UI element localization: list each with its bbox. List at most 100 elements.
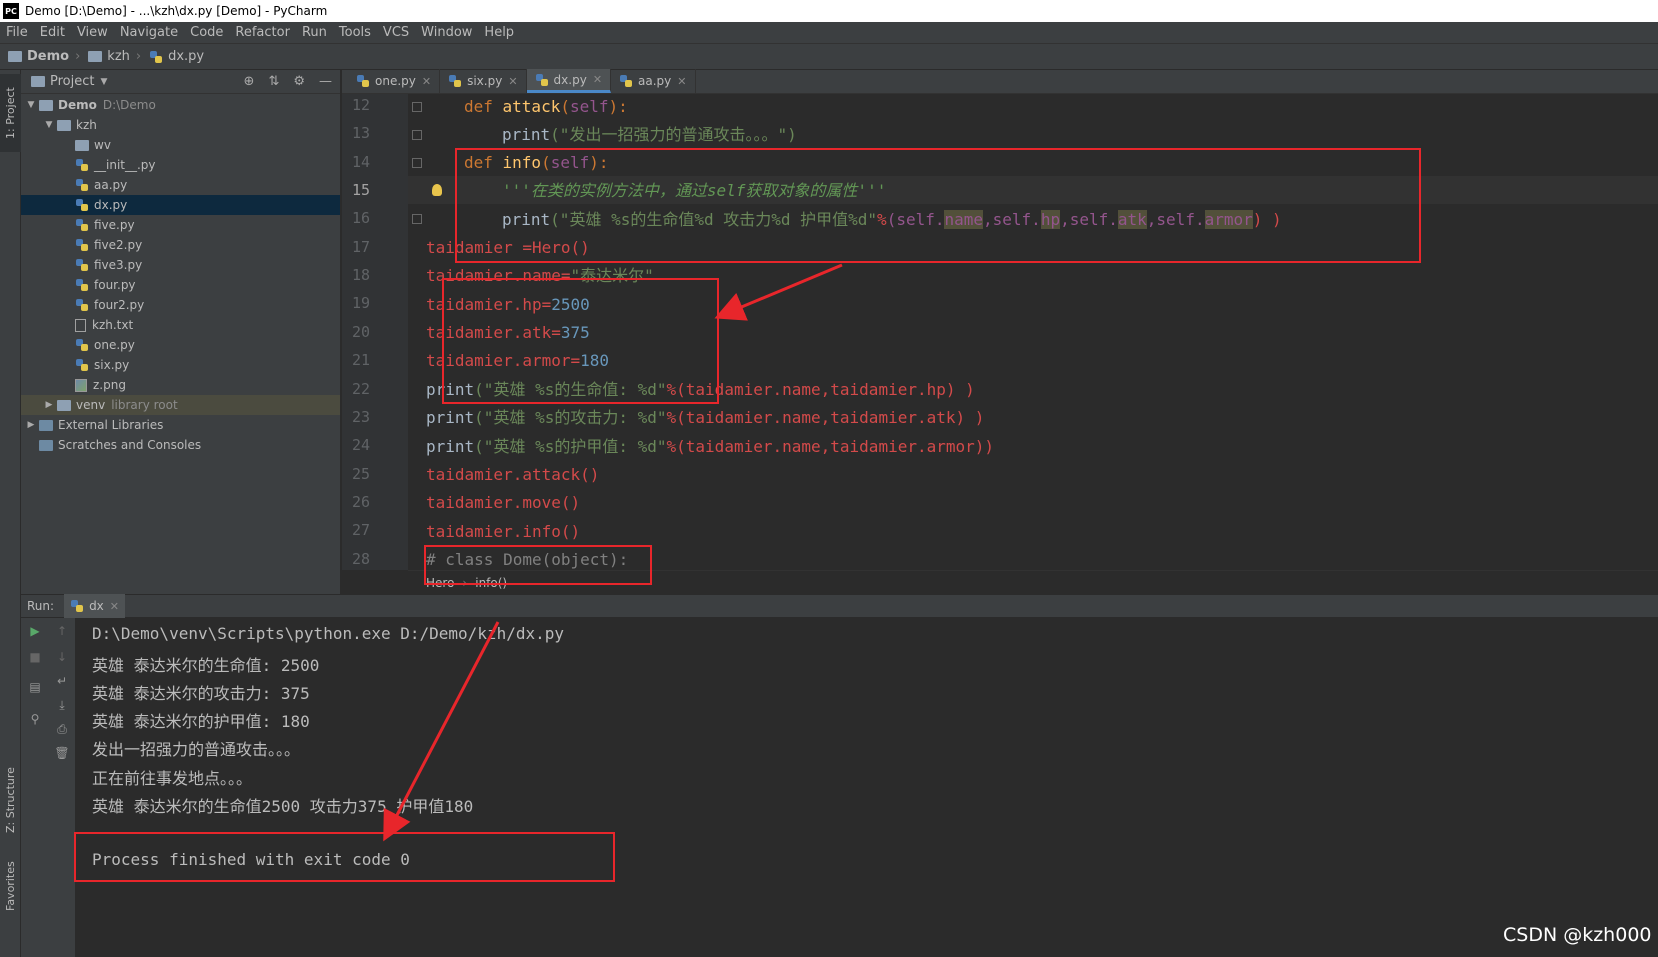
chevron-right-icon[interactable]: ▶ (25, 420, 37, 430)
fold-marker-icon[interactable] (412, 130, 422, 140)
menu-view[interactable]: View (71, 25, 114, 40)
tree-item-kzh[interactable]: ▼ kzh (21, 115, 340, 135)
python-file-icon (75, 198, 89, 212)
scroll-to-end-icon[interactable]: ⤓ (54, 698, 70, 714)
menu-file[interactable]: File (0, 25, 34, 40)
tree-item-four-py[interactable]: four.py (21, 275, 340, 295)
code-line-16: print("英雄 %s的生命值%d 攻击力%d 护甲值%d"%(self.na… (502, 210, 1282, 229)
tab-aa-py[interactable]: aa.py ✕ (611, 69, 696, 93)
close-icon[interactable]: ✕ (508, 75, 517, 88)
tree-item-aa-py[interactable]: aa.py (21, 175, 340, 195)
line-number: 25 (351, 465, 370, 483)
tree-item-venv[interactable]: ▶ venv library root (21, 395, 340, 415)
tree-item-label: wv (94, 138, 111, 152)
tab-six-py[interactable]: six.py ✕ (440, 69, 527, 93)
print-icon[interactable]: ⎙ (54, 722, 70, 738)
arrow-up-icon[interactable]: ↑ (54, 624, 70, 640)
tree-item-wv[interactable]: wv (21, 135, 340, 155)
text-file-icon (75, 318, 86, 332)
code-editor[interactable]: def attack(self): print("发出一招强力的普通攻击。。。"… (408, 94, 1658, 570)
soft-wrap-icon[interactable]: ↵ (54, 674, 70, 690)
tree-item-kzh-txt[interactable]: kzh.txt (21, 315, 340, 335)
tree-item-label: Scratches and Consoles (58, 438, 202, 452)
chevron-down-icon[interactable]: ▼ (43, 120, 55, 130)
tree-item-init-py[interactable]: __init__.py (21, 155, 340, 175)
tree-item-label: aa.py (94, 178, 128, 192)
close-icon[interactable]: ✕ (677, 75, 686, 88)
tool-tab-favorites[interactable]: Favorites (0, 856, 21, 916)
tree-item-label: four2.py (94, 298, 145, 312)
tab-one-py[interactable]: one.py ✕ (348, 69, 441, 93)
nav-crumb-demo[interactable]: Demo › (8, 49, 80, 64)
menu-window[interactable]: Window (415, 25, 478, 40)
layout-icon[interactable]: ▤ (27, 680, 43, 696)
tree-item-five3-py[interactable]: five3.py (21, 255, 340, 275)
code-line-28: # class Dome(object): (426, 550, 629, 569)
tree-item-dx-py[interactable]: dx.py (21, 195, 340, 215)
chevron-down-icon[interactable]: ▼ (100, 77, 107, 87)
tool-tab-structure[interactable]: Z: Structure (0, 760, 21, 840)
close-icon[interactable]: ✕ (110, 600, 119, 613)
menu-vcs[interactable]: VCS (377, 25, 415, 40)
collapse-all-icon[interactable]: ⇅ (268, 74, 279, 89)
project-view-selector[interactable]: Project (50, 74, 94, 89)
tree-item-scratches-and-consoles[interactable]: Scratches and Consoles (21, 435, 340, 455)
rerun-icon[interactable]: ▶ (27, 624, 43, 640)
locate-file-icon[interactable]: ⊕ (244, 74, 255, 89)
tree-item-five-py[interactable]: five.py (21, 215, 340, 235)
menu-refactor[interactable]: Refactor (229, 25, 296, 40)
python-file-icon (75, 238, 89, 252)
tool-tab-project[interactable]: 1: Project (0, 74, 21, 152)
tree-item-one-py[interactable]: one.py (21, 335, 340, 355)
menu-help[interactable]: Help (478, 25, 520, 40)
python-file-icon (75, 358, 89, 372)
chevron-right-icon[interactable]: ▶ (43, 400, 55, 410)
breadcrumb-class[interactable]: Hero (426, 576, 454, 590)
pin-icon[interactable]: ⚲ (27, 712, 43, 728)
tree-item-six-py[interactable]: six.py (21, 355, 340, 375)
left-tool-strip: 1: Project Z: Structure Favorites (0, 70, 21, 957)
scratches-icon (39, 439, 53, 451)
fold-marker-icon[interactable] (412, 214, 422, 224)
line-number-gutter[interactable]: 12 13 14 15 16 17 18 19 20 21 22 23 24 2… (342, 94, 408, 570)
menu-navigate[interactable]: Navigate (114, 25, 184, 40)
hide-panel-icon[interactable]: — (319, 74, 332, 89)
menu-edit[interactable]: Edit (34, 25, 71, 40)
lightbulb-icon[interactable] (432, 184, 442, 196)
image-file-icon (75, 378, 87, 392)
fold-marker-icon[interactable] (412, 102, 422, 112)
tree-item-z-png[interactable]: z.png (21, 375, 340, 395)
nav-crumb-file[interactable]: dx.py (149, 49, 204, 64)
close-icon[interactable]: ✕ (593, 73, 602, 86)
gear-icon[interactable]: ⚙ (293, 74, 305, 89)
line-number: 16 (351, 209, 370, 227)
code-line-12: def attack(self): (464, 97, 628, 116)
folder-icon (8, 51, 22, 62)
stop-icon[interactable]: ■ (27, 650, 43, 666)
trash-icon[interactable]: 🗑 (54, 746, 70, 762)
menu-code[interactable]: Code (184, 25, 229, 40)
tab-dx-py[interactable]: dx.py ✕ (526, 69, 612, 93)
arrow-down-icon[interactable]: ↓ (54, 650, 70, 666)
fold-marker-icon[interactable] (412, 158, 422, 168)
editor-tabs: one.py ✕ six.py ✕ dx.py ✕ aa.py ✕ (342, 69, 1658, 94)
close-icon[interactable]: ✕ (422, 75, 431, 88)
folder-icon (39, 99, 53, 111)
console-line: 正在前往事发地点。。。 (92, 769, 253, 788)
run-console[interactable]: D:\Demo\venv\Scripts\python.exe D:/Demo/… (76, 618, 1658, 957)
tree-item-label: kzh (76, 118, 97, 132)
console-line: Process finished with exit code 0 (92, 850, 410, 869)
menu-tools[interactable]: Tools (333, 25, 377, 40)
folder-icon (88, 51, 103, 62)
title-bar: PC Demo [D:\Demo] - ...\kzh\dx.py [Demo]… (0, 0, 1658, 22)
menu-run[interactable]: Run (296, 25, 333, 40)
breadcrumb-method[interactable]: info() (475, 576, 507, 590)
nav-crumb-kzh[interactable]: kzh › (88, 49, 141, 64)
tree-item-five2-py[interactable]: five2.py (21, 235, 340, 255)
tree-item-four2-py[interactable]: four2.py (21, 295, 340, 315)
run-tab-dx[interactable]: dx ✕ (64, 594, 125, 618)
tree-item-external-libraries[interactable]: ▶ External Libraries (21, 415, 340, 435)
chevron-down-icon[interactable]: ▼ (25, 100, 37, 110)
tree-item-demo[interactable]: ▼ Demo D:\Demo (21, 95, 340, 115)
line-number: 24 (351, 436, 370, 454)
